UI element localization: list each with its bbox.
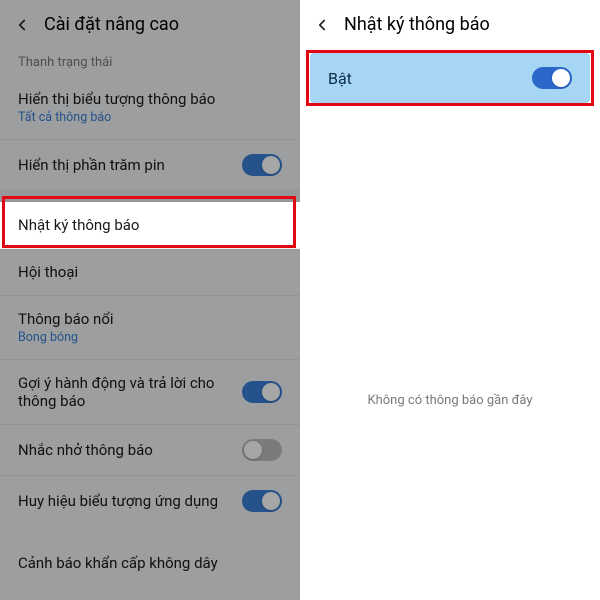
row-label: Nhắc nhở thông báo	[18, 441, 242, 459]
row-notification-log[interactable]: Nhật ký thông báo	[0, 202, 300, 249]
left-header-title: Cài đặt nâng cao	[44, 14, 179, 35]
toggle-suggest-actions[interactable]	[242, 381, 282, 403]
row-conversation[interactable]: Hội thoại	[0, 249, 300, 296]
empty-message: Không có thông báo gần đây	[300, 393, 600, 408]
right-header-title: Nhật ký thông báo	[344, 14, 490, 35]
right-header: Nhật ký thông báo	[300, 0, 600, 45]
row-label: Hiển thị phần trăm pin	[18, 156, 242, 174]
left-header: Cài đặt nâng cao	[0, 0, 300, 45]
notification-log-panel: Nhật ký thông báo Bật Không có thông báo…	[300, 0, 600, 600]
row-notif-reminder[interactable]: Nhắc nhở thông báo	[0, 425, 300, 476]
row-show-battery[interactable]: Hiển thị phần trăm pin	[0, 140, 300, 190]
row-label: Thông báo nổi	[18, 310, 282, 328]
back-icon[interactable]	[12, 15, 32, 35]
row-suggest-actions[interactable]: Gợi ý hành động và trả lời cho thông báo	[0, 360, 300, 425]
toggle-reminder[interactable]	[242, 439, 282, 461]
row-label: Hiển thị biểu tượng thông báo	[18, 90, 282, 108]
row-enable-log[interactable]: Bật	[310, 53, 590, 103]
group-divider	[0, 190, 300, 202]
row-label: Cảnh báo khẩn cấp không dây	[18, 554, 218, 572]
row-label: Hội thoại	[18, 263, 282, 281]
section-label-status: Thanh trạng thái	[0, 45, 300, 76]
enable-label: Bật	[328, 69, 352, 88]
row-label: Nhật ký thông báo	[18, 216, 282, 234]
row-floating-notif[interactable]: Thông báo nổi Bong bóng	[0, 296, 300, 360]
row-sub: Bong bóng	[18, 330, 282, 345]
toggle-badge[interactable]	[242, 490, 282, 512]
row-label: Gợi ý hành động và trả lời cho thông báo	[18, 374, 242, 410]
advanced-settings-panel: Cài đặt nâng cao Thanh trạng thái Hiển t…	[0, 0, 300, 600]
row-sub: Tất cả thông báo	[18, 110, 282, 125]
row-show-notif-icons[interactable]: Hiển thị biểu tượng thông báo Tất cả thô…	[0, 76, 300, 140]
toggle-enable-log[interactable]	[532, 67, 572, 89]
row-app-badge[interactable]: Huy hiệu biểu tượng ứng dụng	[0, 476, 300, 526]
back-icon[interactable]	[312, 15, 332, 35]
toggle-battery[interactable]	[242, 154, 282, 176]
row-label: Huy hiệu biểu tượng ứng dụng	[18, 492, 242, 510]
row-wireless-emergency[interactable]: Cảnh báo khẩn cấp không dây	[0, 538, 300, 588]
